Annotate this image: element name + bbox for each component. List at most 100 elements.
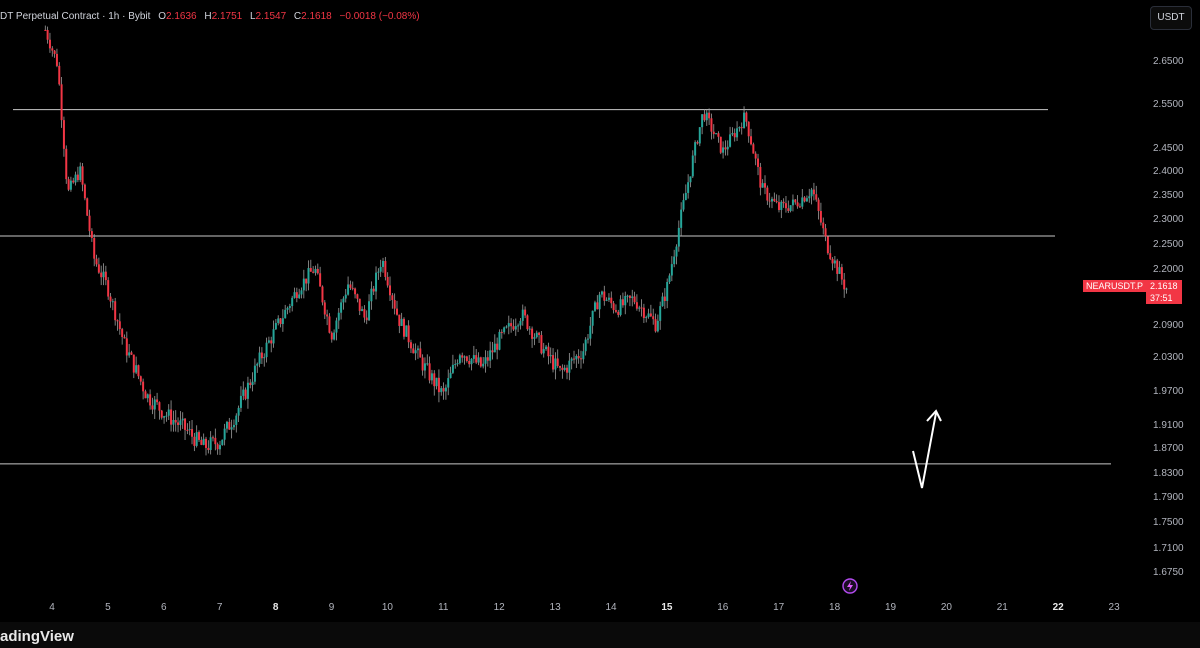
candle-body <box>48 39 51 49</box>
candle-body <box>337 312 340 321</box>
candle-body <box>670 264 673 276</box>
hand-drawn-arrow[interactable] <box>912 412 937 489</box>
candle-body <box>570 358 573 361</box>
candle-body <box>782 201 785 204</box>
candle-body <box>354 288 357 295</box>
candle-body <box>328 316 331 333</box>
candle-body <box>549 355 552 357</box>
candle-body <box>149 394 152 406</box>
candle-body <box>484 357 487 364</box>
candle-body <box>600 291 603 295</box>
candle-body <box>843 279 846 290</box>
candle-body <box>496 343 499 350</box>
candle-body <box>395 308 398 315</box>
candle-body <box>174 419 177 423</box>
candle-body <box>638 307 641 309</box>
time-tick-label: 21 <box>997 602 1009 613</box>
candle-body <box>449 372 452 379</box>
candle-body <box>731 133 734 135</box>
candle-body <box>232 424 235 428</box>
candle-body <box>812 189 815 195</box>
candle-body <box>335 320 338 333</box>
price-tick-label: 1.8300 <box>1153 468 1184 479</box>
candle-body <box>451 364 454 373</box>
candle-body <box>612 303 615 311</box>
candle-body <box>561 367 564 370</box>
candle-body <box>430 373 433 381</box>
price-tick-label: 2.3500 <box>1153 190 1184 201</box>
candle-body <box>165 415 168 417</box>
chart-canvas[interactable]: 2.6500 2.5500 2.4500 2.4000 2.3500 2.3000 2.25… <box>0 0 1200 648</box>
candle-body <box>316 268 319 274</box>
candle-body <box>493 343 496 353</box>
candle-body <box>633 296 636 303</box>
lightning-icon[interactable] <box>842 578 858 594</box>
candle-body <box>244 389 247 399</box>
candle-body <box>142 381 145 392</box>
candle-body <box>265 342 268 358</box>
candle-body <box>591 310 594 326</box>
candle-body <box>109 296 112 302</box>
candle-body <box>631 296 634 298</box>
candle-body <box>766 187 769 201</box>
candle-body <box>167 409 170 416</box>
candle-body <box>757 158 760 167</box>
candle-body <box>53 50 56 54</box>
candle-body <box>736 128 739 138</box>
candle-body <box>258 352 261 364</box>
price-tick-label: 2.4000 <box>1153 166 1184 177</box>
candle-body <box>342 298 345 303</box>
time-tick-label: 23 <box>1109 602 1121 613</box>
ohlc-legend: DT Perpetual Contract · 1h · Bybit O2.16… <box>0 11 420 25</box>
candle-body <box>211 437 214 439</box>
candle-body <box>770 198 773 202</box>
candle-body <box>796 202 799 207</box>
candle-body <box>305 278 308 284</box>
footer-bar <box>0 622 1200 648</box>
candle-body <box>260 352 263 359</box>
time-tick-label: 16 <box>717 602 729 613</box>
candle-body <box>773 198 776 202</box>
candle-body <box>482 363 485 367</box>
candle-body <box>188 429 191 431</box>
candle-body <box>780 201 783 210</box>
candle-body <box>349 284 352 288</box>
candle-body <box>128 352 131 356</box>
candle-body <box>538 332 541 336</box>
candle-body <box>393 300 396 309</box>
candle-body <box>472 355 475 359</box>
candle-body <box>605 299 608 301</box>
candle-body <box>398 314 401 326</box>
time-tick-label: 4 <box>49 602 55 613</box>
candle-body <box>831 258 834 264</box>
candle-body <box>184 418 187 430</box>
candle-body <box>603 291 606 301</box>
currency-button[interactable]: USDT <box>1150 6 1192 30</box>
candle-body <box>100 272 103 278</box>
candle-body <box>160 410 163 418</box>
price-chart[interactable]: 2.6500 2.5500 2.4500 2.4000 2.3500 2.3000 2.25… <box>0 0 1200 648</box>
candle-body <box>810 189 813 197</box>
candle-body <box>363 309 366 318</box>
candle-body <box>69 180 72 190</box>
candle-body <box>214 437 217 445</box>
candle-body <box>330 332 333 340</box>
candle-body <box>512 326 515 330</box>
candle-body <box>405 325 408 337</box>
candle-body <box>302 278 305 291</box>
price-tick-label: 1.8700 <box>1153 443 1184 454</box>
candle-body <box>372 288 375 292</box>
candle-body <box>677 227 680 247</box>
last-price: 2.1618 <box>1146 280 1182 292</box>
symbol-label: DT Perpetual Contract · 1h · Bybit <box>0 11 151 22</box>
candle-body <box>121 329 124 338</box>
candle-body <box>416 348 419 351</box>
candle-body <box>517 325 520 327</box>
candle-body <box>58 65 61 85</box>
candle-body <box>118 321 121 330</box>
candle-body <box>661 296 664 307</box>
open-value: 2.1636 <box>166 11 197 22</box>
candle-body <box>146 394 149 399</box>
candle-body <box>510 323 513 327</box>
candle-body <box>409 342 412 349</box>
